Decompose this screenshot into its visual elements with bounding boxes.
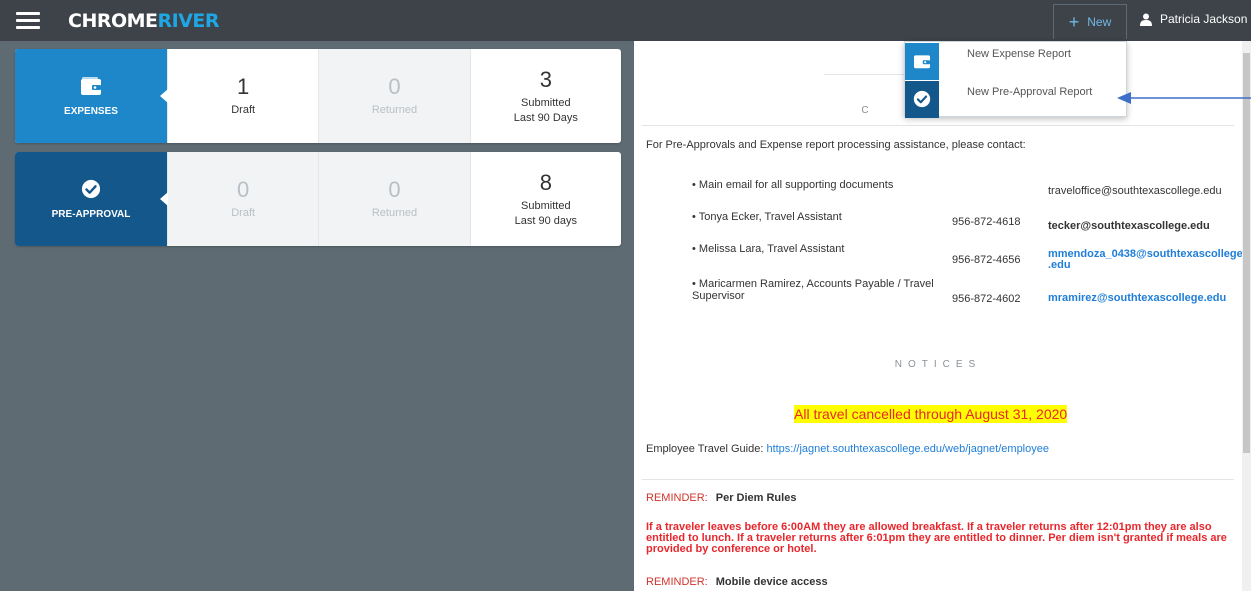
checkmark-circle-icon [905,80,939,118]
checkmark-circle-icon [81,179,101,198]
preapproval-draft[interactable]: 0 Draft [167,152,319,246]
contact-name: Melissa Lara, Travel Assistant [692,243,972,255]
announcement-panel: C For Pre-Approvals and Expense report p… [634,41,1242,591]
contact-email[interactable]: mramirez@southtexascollege.edu [1048,293,1238,304]
preapproval-card: PRE-APPROVAL 0 Draft 0 Returned 8 Submit… [15,152,621,246]
travel-guide: Employee Travel Guide: https://jagnet.so… [646,443,1049,455]
per-diem-rules-text: If a traveler leaves before 6:00AM they … [646,521,1227,555]
annotation-arrow [1117,92,1251,104]
expenses-draft[interactable]: 1 Draft [167,49,318,143]
expenses-tile[interactable]: EXPENSES [15,49,168,143]
scroll-thumb[interactable] [1243,53,1250,453]
travel-notice-banner: All travel cancelled through August 31, … [794,405,1068,423]
contact-name: Maricarmen Ramirez, Accounts Payable / T… [692,278,942,302]
divider [642,479,1234,480]
expenses-card: EXPENSES 1 Draft 0 Returned 3 Submitted L… [15,49,621,143]
contact-email[interactable]: tecker@southtexascollege.edu [1048,221,1238,232]
new-dropdown-menu: New Expense Report New Pre-Approval Repo… [904,41,1127,118]
new-preapproval-report-item[interactable]: New Pre-Approval Report [905,80,1126,118]
scrollbar[interactable] [1242,41,1251,591]
wallet-icon [81,76,101,95]
top-bar: CHROMERIVER + New Patricia Jackson [0,0,1251,41]
contact-email[interactable]: mmendoza_0438@southtexascollege .edu [1048,249,1242,271]
user-name: Patricia Jackson [1160,12,1248,26]
menu-icon[interactable] [16,12,40,30]
contact-name: Main email for all supporting documents [692,179,972,191]
user-menu[interactable]: Patricia Jackson [1140,12,1247,26]
notices-title: NOTICES [894,359,982,370]
reminder-per-diem: REMINDER: Per Diem Rules [646,492,797,504]
preapproval-tile[interactable]: PRE-APPROVAL [15,152,168,246]
preapproval-submitted[interactable]: 8 Submitted Last 90 days [469,152,621,246]
user-icon [1140,13,1152,26]
contact-email[interactable]: traveloffice@southtexascollege.edu [1048,186,1238,197]
plus-icon: + [1068,12,1080,32]
reminder-mobile: REMINDER: Mobile device access [646,576,828,588]
new-button[interactable]: + New [1053,4,1127,39]
travel-guide-link[interactable]: https://jagnet.southtexascollege.edu/web… [766,443,1049,455]
contact-intro: For Pre-Approvals and Expense report pro… [646,139,1026,151]
expenses-returned[interactable]: 0 Returned [318,49,470,143]
contact-phone: 956-872-4656 [952,254,1021,266]
preapproval-returned[interactable]: 0 Returned [318,152,470,246]
chromeriver-logo[interactable]: CHROMERIVER [68,10,220,32]
contact-phone: 956-872-4618 [952,216,1021,228]
wallet-icon [905,42,939,80]
contact-phone: 956-872-4602 [952,293,1021,305]
divider [642,125,1234,126]
contact-name: Tonya Ecker, Travel Assistant [692,211,972,223]
expenses-submitted[interactable]: 3 Submitted Last 90 Days [469,49,621,143]
new-expense-report-item[interactable]: New Expense Report [905,42,1126,80]
